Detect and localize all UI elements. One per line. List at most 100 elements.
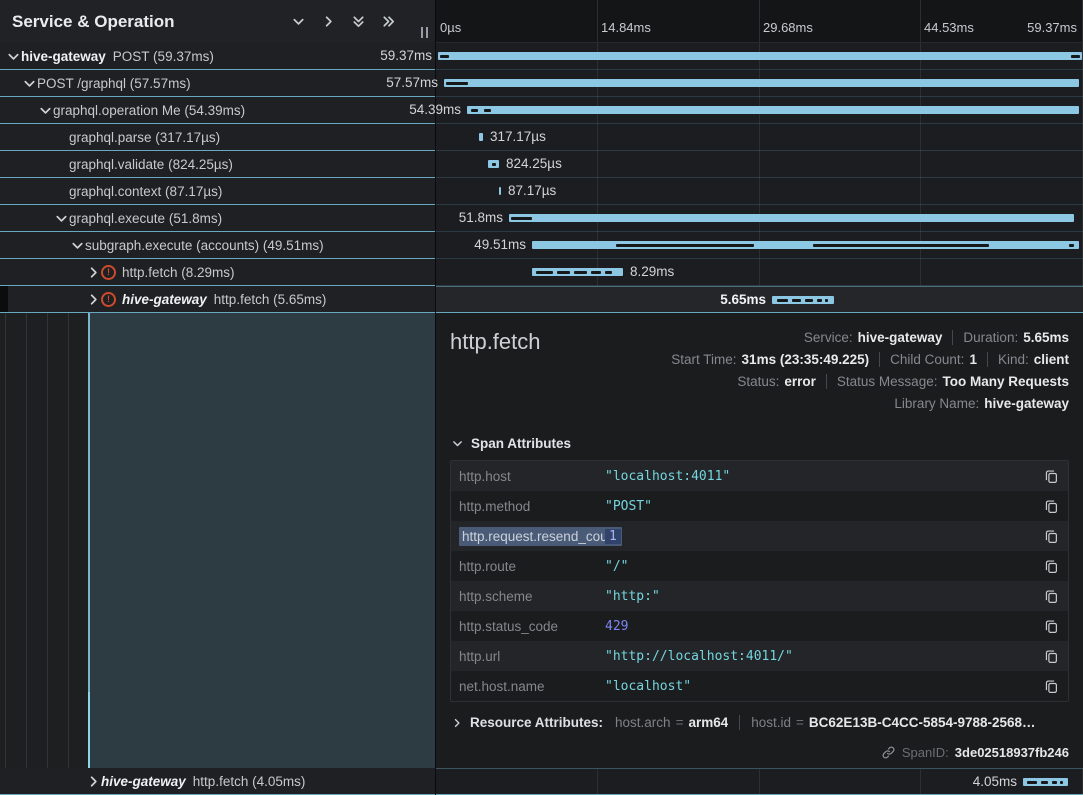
copy-icon[interactable] bbox=[1042, 497, 1060, 515]
indent-spacer bbox=[0, 110, 37, 111]
waterfall-row[interactable]: 49.51ms bbox=[436, 232, 1083, 259]
span-bar[interactable] bbox=[532, 241, 1079, 249]
collapse-all-icon[interactable] bbox=[350, 13, 367, 30]
attribute-row[interactable]: http.method"POST" bbox=[451, 491, 1068, 521]
span-operation-label: POST /graphql (57.57ms) bbox=[37, 76, 191, 91]
chevron-right-icon[interactable] bbox=[85, 264, 101, 280]
span-bar[interactable] bbox=[444, 79, 1079, 87]
child-span-marker bbox=[817, 299, 822, 302]
attribute-row[interactable]: http.request.resend_count1 bbox=[451, 521, 1068, 551]
waterfall-row[interactable]: 824.25µs bbox=[436, 151, 1083, 178]
attribute-row[interactable]: http.url"http://localhost:4011/" bbox=[451, 641, 1068, 671]
span-bar[interactable] bbox=[467, 106, 1079, 114]
waterfall-row[interactable]: 87.17µs bbox=[436, 178, 1083, 205]
waterfall-row[interactable]: 59.37ms bbox=[436, 43, 1083, 70]
chevron-down-icon[interactable] bbox=[37, 102, 53, 118]
span-duration-label: 59.37ms bbox=[380, 43, 432, 69]
span-tree-row[interactable]: hive-gatewayhttp.fetch (4.05ms) bbox=[0, 768, 435, 795]
chevron-right-icon[interactable] bbox=[450, 716, 463, 729]
collapse-one-icon[interactable] bbox=[290, 13, 307, 30]
attribute-value: 1 bbox=[605, 529, 621, 544]
waterfall-row[interactable]: 8.29ms bbox=[436, 259, 1083, 286]
trace-viewer-window: Service & Operation hive-gatewayPOST (59… bbox=[0, 0, 1083, 795]
attribute-row[interactable]: http.route"/" bbox=[451, 551, 1068, 581]
span-tree-row[interactable]: !http.fetch (8.29ms) bbox=[0, 259, 435, 286]
child-span-marker bbox=[1060, 781, 1063, 784]
chevron-right-icon[interactable] bbox=[85, 291, 101, 307]
indent-guide bbox=[26, 313, 27, 768]
child-span-marker bbox=[792, 299, 801, 302]
waterfall-row[interactable]: 54.39ms bbox=[436, 97, 1083, 124]
span-tree-row[interactable]: hive-gatewayPOST (59.37ms) bbox=[0, 43, 435, 70]
copy-icon[interactable] bbox=[1042, 467, 1060, 485]
span-bar[interactable] bbox=[532, 268, 623, 276]
child-span-marker bbox=[484, 109, 491, 112]
span-duration-label: 87.17µs bbox=[508, 178, 556, 204]
child-span-marker bbox=[492, 163, 496, 166]
child-span-marker bbox=[1069, 244, 1074, 247]
span-bar[interactable] bbox=[1023, 778, 1068, 786]
waterfall-row[interactable]: 4.05ms bbox=[436, 769, 1083, 795]
selected-span-indent-area bbox=[0, 313, 435, 768]
span-bar[interactable] bbox=[509, 214, 1074, 222]
child-span-marker bbox=[616, 244, 754, 247]
copy-icon[interactable] bbox=[1042, 677, 1060, 695]
span-tree-row[interactable]: POST /graphql (57.57ms) bbox=[0, 70, 435, 97]
link-icon[interactable] bbox=[881, 745, 896, 760]
expand-one-icon[interactable] bbox=[320, 13, 337, 30]
attribute-row[interactable]: http.host"localhost:4011" bbox=[451, 461, 1068, 491]
waterfall-row[interactable]: 317.17µs bbox=[436, 124, 1083, 151]
child-span-marker bbox=[805, 299, 813, 302]
indent-spacer bbox=[0, 781, 85, 782]
chevron-down-icon[interactable] bbox=[5, 48, 21, 64]
meta-divider bbox=[952, 330, 953, 345]
indent-guide bbox=[68, 313, 69, 768]
span-attributes-section-header[interactable]: Span Attributes bbox=[450, 436, 1069, 451]
copy-icon[interactable] bbox=[1042, 557, 1060, 575]
chevron-right-icon[interactable] bbox=[85, 773, 101, 789]
waterfall-row[interactable]: 57.57ms bbox=[436, 70, 1083, 97]
span-bar[interactable] bbox=[499, 187, 501, 195]
meta-value: hive-gateway bbox=[858, 330, 943, 345]
waterfall-row[interactable]: 5.65ms bbox=[436, 286, 1083, 313]
attribute-value: "localhost:4011" bbox=[605, 469, 730, 484]
indent-spacer bbox=[0, 245, 69, 246]
copy-icon[interactable] bbox=[1042, 527, 1060, 545]
waterfall-row[interactable]: 51.8ms bbox=[436, 205, 1083, 232]
span-tree-row[interactable]: graphql.execute (51.8ms) bbox=[0, 205, 435, 232]
chevron-down-icon[interactable] bbox=[21, 75, 37, 91]
chevron-down-icon[interactable] bbox=[69, 237, 85, 253]
copy-icon[interactable] bbox=[1042, 617, 1060, 635]
span-duration-label: 57.57ms bbox=[386, 70, 438, 96]
attribute-key: http.route bbox=[455, 559, 605, 574]
detail-meta-line: Start Time:31ms (23:35:49.225)Child Coun… bbox=[671, 348, 1069, 370]
span-bar[interactable] bbox=[772, 296, 834, 304]
child-span-marker bbox=[777, 299, 788, 302]
copy-icon[interactable] bbox=[1042, 587, 1060, 605]
resource-attributes-title[interactable]: Resource Attributes: bbox=[470, 715, 603, 730]
chevron-down-icon[interactable] bbox=[53, 210, 69, 226]
span-bar[interactable] bbox=[438, 52, 1082, 60]
attribute-row[interactable]: net.host.name"localhost" bbox=[451, 671, 1068, 701]
column-resize-handle[interactable] bbox=[421, 27, 428, 38]
span-bar[interactable] bbox=[479, 133, 483, 141]
span-tree-row[interactable]: !hive-gatewayhttp.fetch (5.65ms) bbox=[0, 286, 435, 313]
selected-span-highlight-panel bbox=[88, 313, 435, 768]
copy-icon[interactable] bbox=[1042, 647, 1060, 665]
span-tree-row[interactable]: graphql.operation Me (54.39ms) bbox=[0, 97, 435, 124]
attribute-row[interactable]: http.scheme"http:" bbox=[451, 581, 1068, 611]
span-tree-row[interactable]: subgraph.execute (accounts) (49.51ms) bbox=[0, 232, 435, 259]
detail-meta-line: Status:errorStatus Message:Too Many Requ… bbox=[737, 370, 1069, 392]
span-tree-row[interactable]: graphql.validate (824.25µs) bbox=[0, 151, 435, 178]
ruler-tick-label: 0µs bbox=[440, 20, 461, 35]
attribute-row[interactable]: http.status_code429 bbox=[451, 611, 1068, 641]
span-bar[interactable] bbox=[488, 160, 499, 168]
grid-line bbox=[759, 0, 760, 42]
chevron-down-icon bbox=[450, 437, 464, 451]
span-operation-label: graphql.operation Me (54.39ms) bbox=[53, 103, 245, 118]
expand-all-icon[interactable] bbox=[380, 13, 397, 30]
span-operation-label: graphql.validate (824.25µs) bbox=[69, 157, 233, 172]
span-tree-row[interactable]: graphql.parse (317.17µs) bbox=[0, 124, 435, 151]
span-operation-label: graphql.execute (51.8ms) bbox=[69, 211, 222, 226]
span-tree-row[interactable]: graphql.context (87.17µs) bbox=[0, 178, 435, 205]
